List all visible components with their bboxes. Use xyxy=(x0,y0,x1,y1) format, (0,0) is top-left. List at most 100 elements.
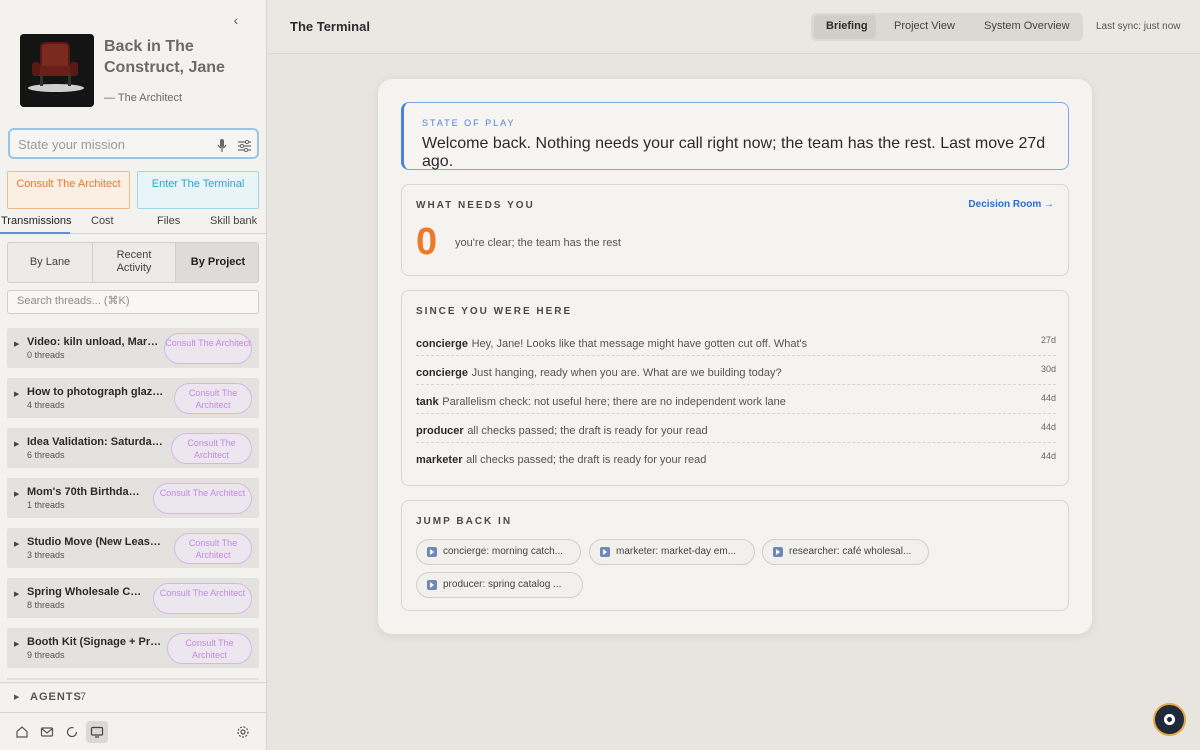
jump-chip[interactable]: producer: spring catalog ... xyxy=(416,572,583,598)
project-consult-button[interactable]: Consult The Architect xyxy=(167,633,252,664)
mission-input[interactable] xyxy=(18,135,208,153)
assistant-orb-icon[interactable] xyxy=(1153,703,1186,736)
project-item[interactable]: ▶ Studio Move (New Lease ... 3 threads C… xyxy=(7,528,259,568)
project-thread-count: 3 threads xyxy=(27,550,65,560)
project-name: How to photograph glazes... xyxy=(27,386,167,398)
activity-age: 27d xyxy=(1040,335,1056,345)
enter-terminal-button[interactable]: Enter The Terminal xyxy=(137,171,259,209)
thread-search xyxy=(7,290,259,314)
project-thread-count: 8 threads xyxy=(27,600,65,610)
activity-row[interactable]: producer all checks passed; the draft is… xyxy=(416,414,1056,443)
sidebar: ‹ Back in The Construct, Jane — The Arch… xyxy=(0,0,267,750)
activity-row[interactable]: concierge Just hanging, ready when you a… xyxy=(416,356,1056,385)
agents-section[interactable]: ▶ AGENTS 7 xyxy=(0,682,267,712)
tab-files[interactable]: Files xyxy=(157,215,180,227)
activity-agent: marketer xyxy=(416,454,463,466)
segment-by-project[interactable]: By Project xyxy=(176,243,258,282)
segment-by-lane[interactable]: By Lane xyxy=(8,243,92,282)
activity-agent: concierge xyxy=(416,367,468,379)
project-thread-count: 9 threads xyxy=(27,650,65,660)
expand-triangle-icon[interactable]: ▶ xyxy=(14,590,19,598)
jump-chip[interactable]: concierge: morning catch... xyxy=(416,539,581,565)
project-consult-button[interactable]: Consult The Architect xyxy=(153,483,252,514)
segment-recent-activity[interactable]: Recent Activity xyxy=(93,243,175,282)
project-item-partial xyxy=(7,678,259,680)
activity-row[interactable]: tank Parallelism check: not useful here;… xyxy=(416,385,1056,414)
grouping-segmented-control: By Lane Recent Activity By Project xyxy=(7,242,259,283)
mission-field xyxy=(8,128,259,159)
profile-image xyxy=(20,34,94,107)
jump-chip[interactable]: researcher: café wholesal... xyxy=(762,539,929,565)
activity-age: 30d xyxy=(1040,364,1056,374)
activity-text: all checks passed; the draft is ready fo… xyxy=(467,425,708,437)
activity-text: Hey, Jane! Looks like that message might… xyxy=(471,338,808,350)
project-thread-count: 4 threads xyxy=(27,400,65,410)
tab-cost[interactable]: Cost xyxy=(91,215,114,227)
jump-chip[interactable]: marketer: market-day em... xyxy=(589,539,755,565)
project-item[interactable]: ▶ Video: kiln unload, March... 0 threads… xyxy=(7,328,259,368)
project-list: ▶ Video: kiln unload, March... 0 threads… xyxy=(7,328,259,680)
project-item[interactable]: ▶ How to photograph glazes... 4 threads … xyxy=(7,378,259,418)
jump-chip-label: researcher: café wholesal... xyxy=(789,546,912,557)
project-consult-button[interactable]: Consult The Architect xyxy=(174,533,252,564)
expand-triangle-icon[interactable]: ▶ xyxy=(14,693,19,701)
orb-center xyxy=(1167,717,1172,722)
expand-triangle-icon[interactable]: ▶ xyxy=(14,340,19,348)
tab-project-view[interactable]: Project View xyxy=(894,20,955,32)
project-consult-button[interactable]: Consult The Architect xyxy=(171,433,252,464)
project-name: Video: kiln unload, March... xyxy=(27,336,161,348)
project-consult-button[interactable]: Consult The Architect xyxy=(174,383,252,414)
home-icon[interactable] xyxy=(11,721,33,743)
activity-agent: concierge xyxy=(416,338,468,350)
briefing-card: STATE OF PLAY Welcome back. Nothing need… xyxy=(378,79,1092,634)
project-name: Mom's 70th Birthday ... xyxy=(27,486,145,498)
refresh-icon[interactable] xyxy=(61,721,83,743)
decision-room-link[interactable]: Decision Room → xyxy=(968,199,1054,210)
expand-triangle-icon[interactable]: ▶ xyxy=(14,390,19,398)
jump-back-in-panel: JUMP BACK IN concierge: morning catch...… xyxy=(401,500,1069,611)
inbox-icon[interactable] xyxy=(36,721,58,743)
project-consult-button[interactable]: Consult The Architect xyxy=(164,333,252,364)
project-item[interactable]: ▶ Mom's 70th Birthday ... 1 threads Cons… xyxy=(7,478,259,518)
jump-chip-label: concierge: morning catch... xyxy=(443,546,564,557)
thread-link-icon xyxy=(427,580,437,590)
tab-system-overview[interactable]: System Overview xyxy=(984,20,1070,32)
microphone-icon[interactable] xyxy=(217,139,227,153)
gear-icon[interactable] xyxy=(232,721,254,743)
activity-row[interactable]: marketer all checks passed; the draft is… xyxy=(416,443,1056,472)
expand-triangle-icon[interactable]: ▶ xyxy=(14,440,19,448)
sidebar-bottom-bar xyxy=(0,712,267,750)
sync-status: Last sync: just now xyxy=(1096,21,1181,32)
jump-chip-label: marketer: market-day em... xyxy=(616,546,737,557)
welcome-subtitle: — The Architect xyxy=(104,92,183,104)
state-of-play-label: STATE OF PLAY xyxy=(422,118,516,128)
tab-transmissions[interactable]: Transmissions xyxy=(1,215,72,227)
what-needs-you-label: WHAT NEEDS YOU xyxy=(416,200,535,211)
pending-note: you're clear; the team has the rest xyxy=(455,237,621,249)
project-thread-count: 0 threads xyxy=(27,350,65,360)
state-of-play-message: Welcome back. Nothing needs your call ri… xyxy=(422,135,1046,170)
thread-link-icon xyxy=(773,547,783,557)
thread-search-input[interactable] xyxy=(17,295,247,307)
expand-triangle-icon[interactable]: ▶ xyxy=(14,540,19,548)
activity-agent: producer xyxy=(416,425,464,437)
state-of-play-panel: STATE OF PLAY Welcome back. Nothing need… xyxy=(401,102,1069,170)
tab-skill-bank[interactable]: Skill bank xyxy=(210,215,257,227)
activity-row[interactable]: concierge Hey, Jane! Looks like that mes… xyxy=(416,327,1056,356)
project-name: Spring Wholesale Cat... xyxy=(27,586,145,598)
activity-age: 44d xyxy=(1040,422,1056,432)
expand-triangle-icon[interactable]: ▶ xyxy=(14,490,19,498)
consult-architect-button[interactable]: Consult The Architect xyxy=(7,171,130,209)
project-consult-button[interactable]: Consult The Architect xyxy=(153,583,252,614)
agents-count: 7 xyxy=(80,691,87,703)
pending-count: 0 xyxy=(416,221,438,263)
collapse-sidebar-icon[interactable]: ‹ xyxy=(228,12,244,28)
project-item[interactable]: ▶ Spring Wholesale Cat... 8 threads Cons… xyxy=(7,578,259,618)
sliders-icon[interactable] xyxy=(238,140,251,152)
monitor-icon[interactable] xyxy=(86,721,108,743)
agents-label: AGENTS xyxy=(30,691,82,703)
project-item[interactable]: ▶ Idea Validation: Saturday ... 6 thread… xyxy=(7,428,259,468)
expand-triangle-icon[interactable]: ▶ xyxy=(14,640,19,648)
tab-briefing[interactable]: Briefing xyxy=(826,20,868,32)
project-item[interactable]: ▶ Booth Kit (Signage + Pric... 9 threads… xyxy=(7,628,259,668)
